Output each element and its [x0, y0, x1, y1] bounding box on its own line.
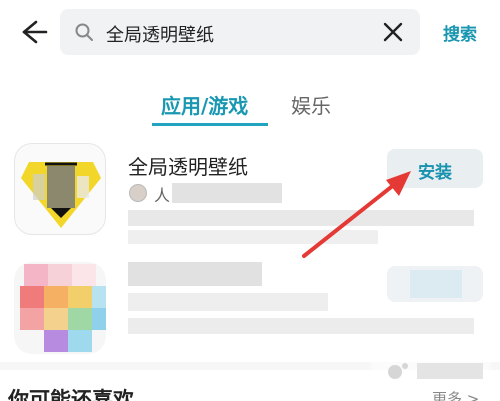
blurred-app-name — [128, 262, 262, 286]
active-tab-indicator — [152, 123, 268, 126]
install-button[interactable]: 安装 — [387, 149, 483, 188]
author-name: 人 — [154, 186, 171, 205]
blurred-author-text — [172, 183, 282, 203]
blurred-app-icon — [20, 264, 106, 352]
blurred-author-text — [128, 293, 328, 311]
blurred-description-line — [128, 230, 378, 244]
search-input[interactable]: 全局透明壁纸 — [60, 9, 420, 55]
app-name[interactable]: 全局透明壁纸 — [128, 151, 248, 180]
diamond-logo-icon — [21, 162, 101, 228]
search-button[interactable]: 搜索 — [443, 20, 477, 45]
blurred-description-line — [128, 210, 474, 226]
tab-entertainment[interactable]: 娱乐 — [291, 90, 331, 119]
app-icon[interactable] — [14, 262, 106, 354]
back-arrow-icon[interactable] — [14, 14, 50, 50]
close-icon[interactable] — [382, 21, 404, 43]
tab-apps-games[interactable]: 应用/游戏 — [161, 90, 248, 119]
app-icon[interactable] — [14, 143, 106, 235]
avatar — [129, 184, 147, 202]
search-icon — [75, 23, 93, 41]
blurred-accent-block — [410, 270, 462, 298]
install-button-label: 安装 — [418, 163, 452, 183]
section-title: 你可能还喜欢 — [8, 388, 134, 401]
search-query-text: 全局透明壁纸 — [106, 25, 214, 46]
blurred-description-line — [128, 318, 474, 334]
baidu-experience-watermark-icon — [371, 357, 491, 387]
